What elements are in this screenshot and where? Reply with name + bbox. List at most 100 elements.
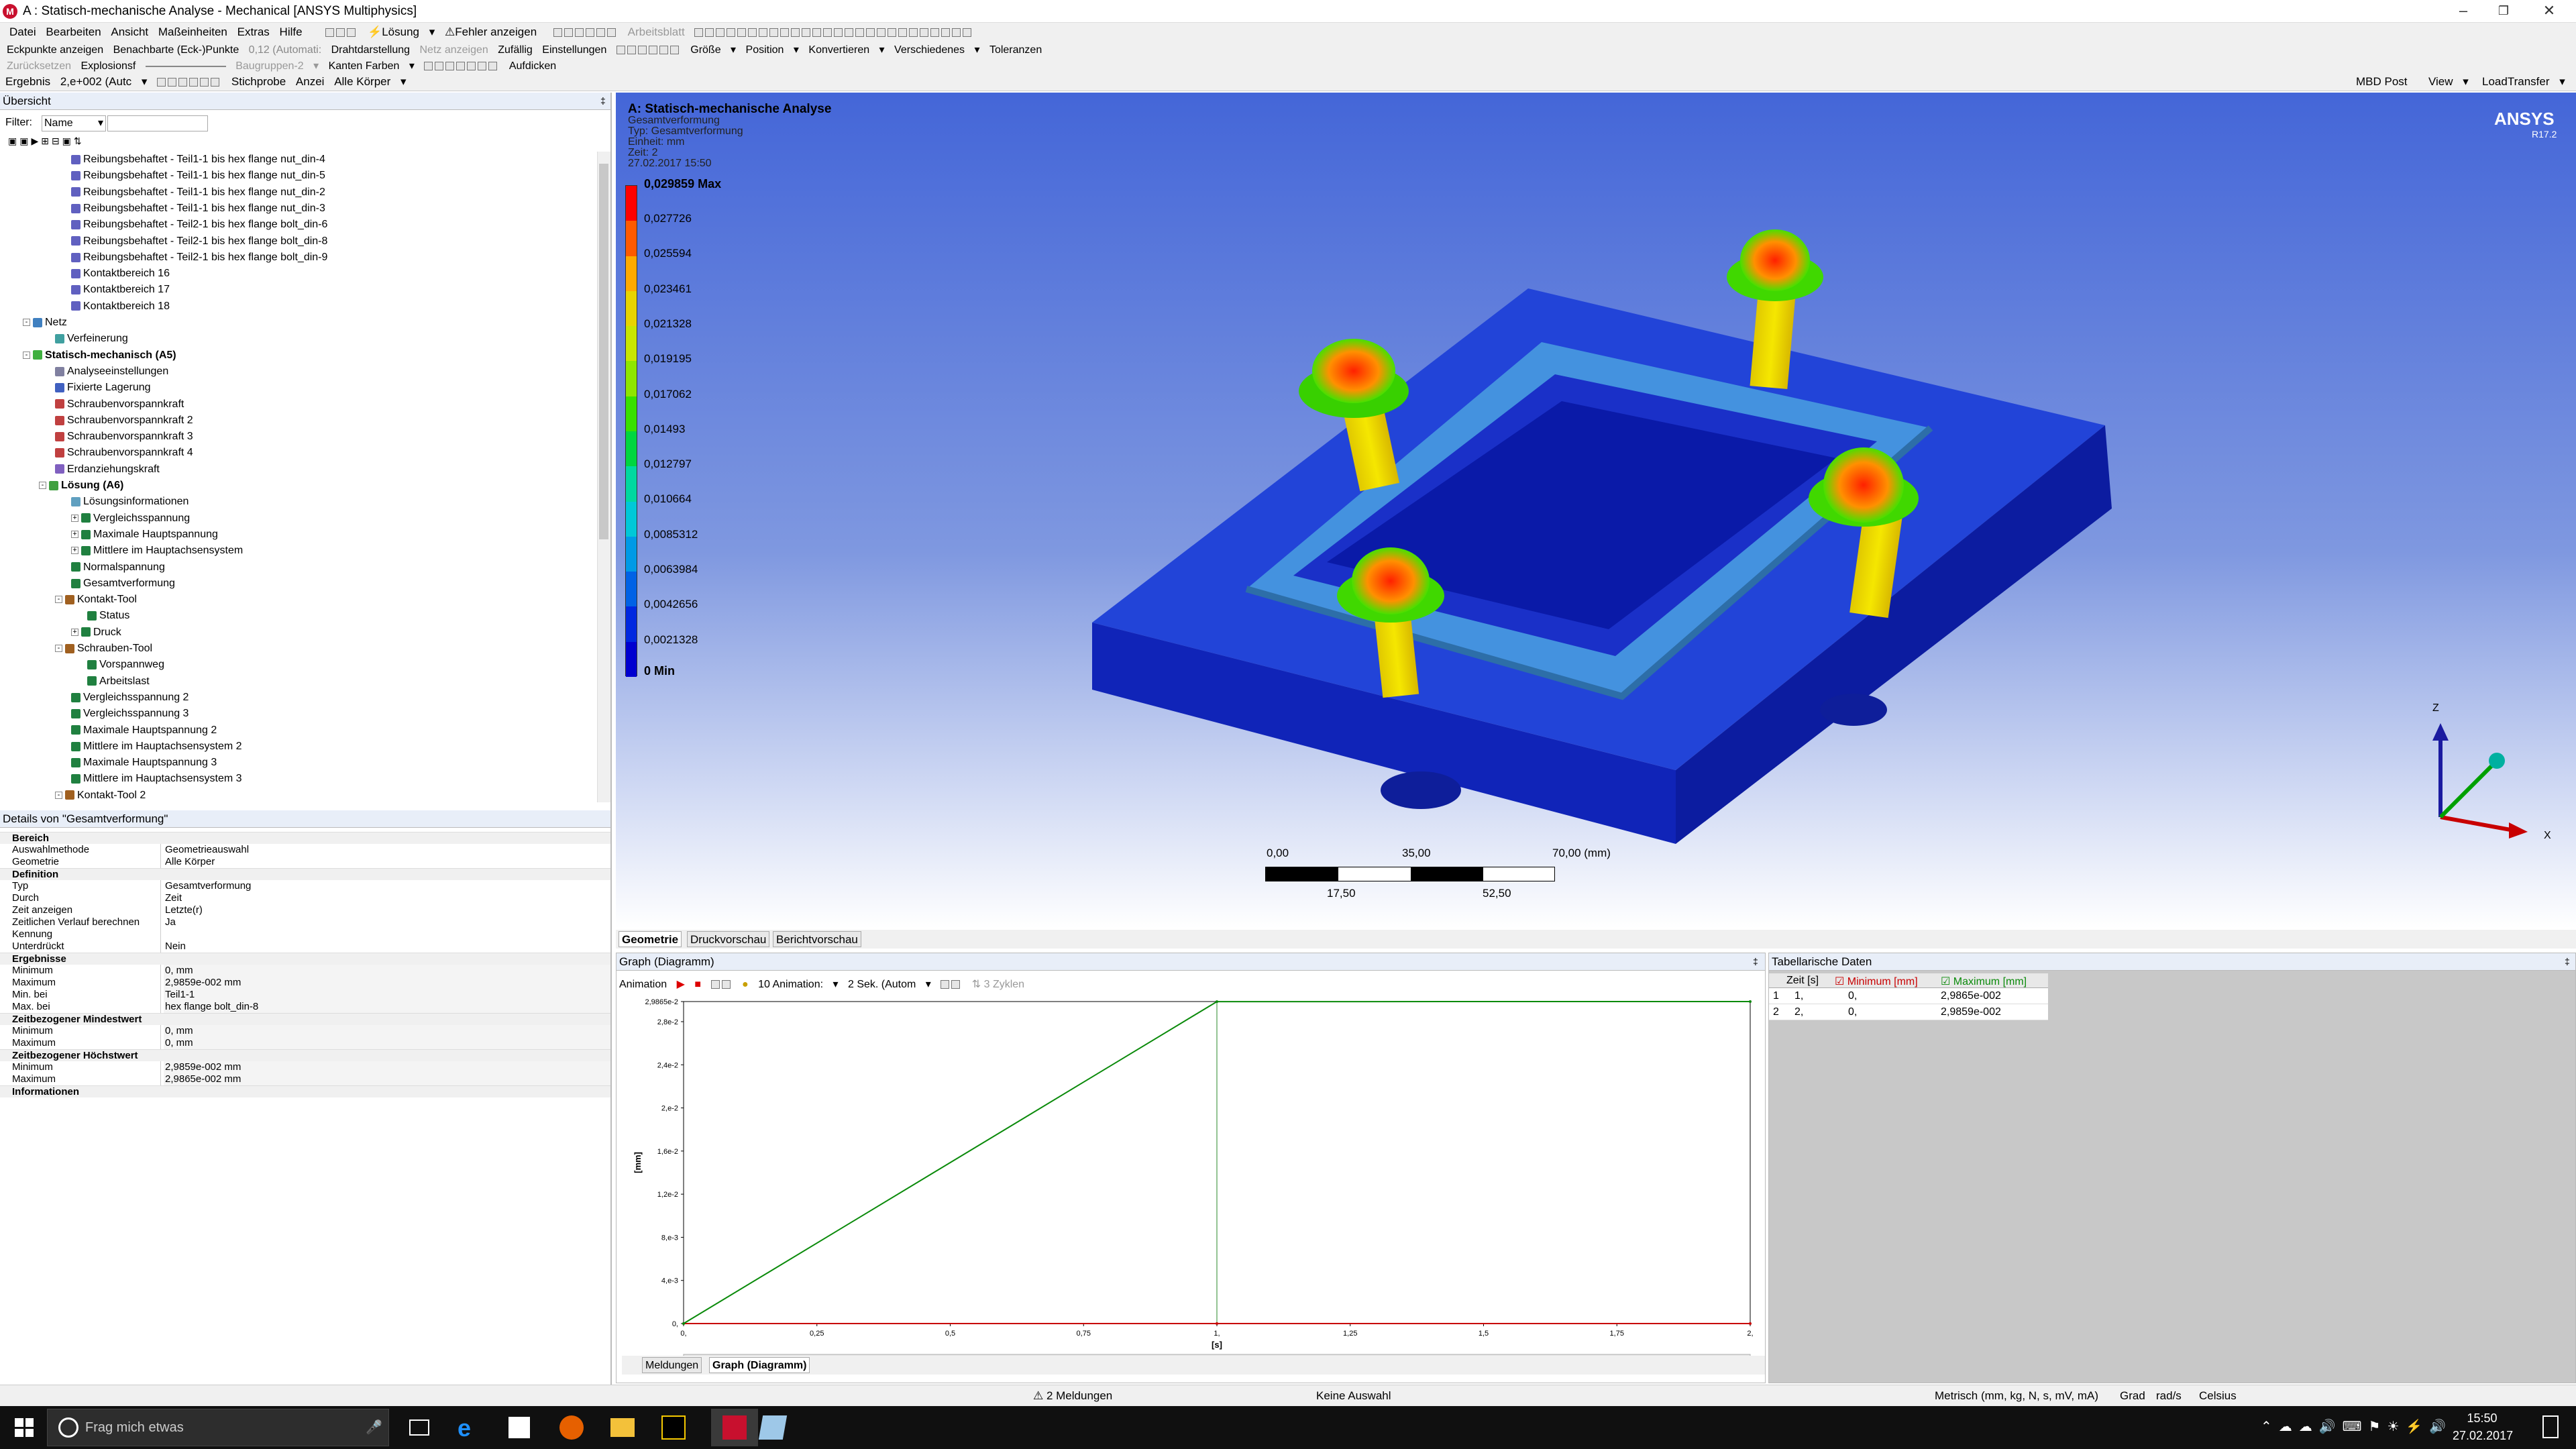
tree-item[interactable]: Maximale Hauptspannung 2 <box>71 722 217 739</box>
tree-item[interactable]: Reibungsbehaftet - Teil2-1 bis hex flang… <box>71 250 327 266</box>
tree-item[interactable]: + Druck <box>71 625 121 641</box>
temp-status[interactable]: Celsius <box>2199 1389 2237 1403</box>
menu-extras[interactable]: Extras <box>237 25 270 39</box>
details-row[interactable]: Minimum 0, mm <box>0 1025 610 1037</box>
taskbar-search[interactable]: Frag mich etwas 🎤 <box>47 1409 389 1446</box>
table-column-header[interactable]: Zeit [s] <box>1786 975 1819 987</box>
system-tray[interactable]: ⌃☁☁🔊⌨⚑☀⚡🔊 <box>2261 1418 2453 1435</box>
random-button[interactable]: Zufällig <box>498 44 533 56</box>
filter-dropdown[interactable]: Name ▾ <box>42 115 106 131</box>
table-row[interactable]: 2 2, 0, 2,9859e-002 <box>1769 1004 2048 1020</box>
edge-colors-dropdown[interactable]: Kanten Farben ▾ <box>329 59 415 72</box>
pin-icon[interactable]: ‡ <box>600 95 606 106</box>
store-icon[interactable] <box>508 1417 530 1438</box>
details-section[interactable]: Definition <box>0 868 610 880</box>
details-row[interactable]: Geometrie Alle Körper <box>0 856 610 868</box>
tab-graph[interactable]: Graph (Diagramm) <box>709 1357 810 1373</box>
tree-item[interactable]: Reibungsbehaftet - Teil1-1 bis hex flang… <box>71 152 325 168</box>
close-button[interactable]: ✕ <box>2530 1 2568 20</box>
clock-time[interactable]: 15:50 <box>2455 1411 2509 1426</box>
ansys-workbench-icon[interactable] <box>661 1415 686 1440</box>
minimize-button[interactable]: – <box>2445 1 2482 20</box>
mechanical-task-button[interactable] <box>711 1409 758 1446</box>
explode-slider[interactable]: Explosionsf <box>81 60 136 72</box>
details-value[interactable]: Gesamtverformung <box>164 880 610 892</box>
expand-toggle-icon[interactable]: - <box>23 319 30 327</box>
assembly-dropdown[interactable]: Baugruppen-2 ▾ <box>235 59 319 72</box>
vertex-size-field[interactable]: 0,12 (Automati: <box>249 44 322 56</box>
tree-item[interactable]: Verfeinerung <box>55 331 128 347</box>
size-dropdown[interactable]: Größe ▾ <box>690 43 736 56</box>
explode-slider-track[interactable] <box>145 65 226 67</box>
tree-item[interactable]: Mittlere im Hauptachsensystem 3 <box>71 771 242 787</box>
tree-item[interactable]: - Netz <box>23 315 67 331</box>
tree-item[interactable]: Vergleichsspannung 3 <box>71 706 189 722</box>
details-row[interactable]: Maximum 2,9865e-002 mm <box>0 1073 610 1085</box>
convert-dropdown[interactable]: Konvertieren ▾ <box>808 43 884 56</box>
worksheet-button[interactable]: Arbeitsblatt <box>628 25 685 39</box>
settings-button[interactable]: Einstellungen <box>542 44 606 56</box>
mbd-post-button[interactable]: MBD Post <box>2356 75 2408 89</box>
thicken-button[interactable]: Aufdicken <box>509 60 556 72</box>
messages-status[interactable]: ⚠ 2 Meldungen <box>1033 1389 1112 1403</box>
units-status[interactable]: Metrisch (mm, kg, N, s, mV, mA) <box>1935 1389 2098 1403</box>
misc-dropdown[interactable]: Verschiedenes ▾ <box>894 43 979 56</box>
show-mesh-button[interactable]: Netz anzeigen <box>419 44 488 56</box>
details-value[interactable]: 2,9859e-002 mm <box>164 977 610 989</box>
show-errors-button[interactable]: ⚠Fehler anzeigen <box>445 25 543 39</box>
details-row[interactable]: Min. bei Teil1-1 <box>0 989 610 1001</box>
details-row[interactable]: Minimum 2,9859e-002 mm <box>0 1061 610 1073</box>
details-row[interactable]: Unterdrückt Nein <box>0 941 610 953</box>
show-vertices-button[interactable]: Eckpunkte anzeigen <box>7 44 103 56</box>
adjacent-vertices-button[interactable]: Benachbarte (Eck-)Punkte <box>113 44 239 56</box>
table-row[interactable]: 1 1, 0, 2,9865e-002 <box>1769 988 2048 1004</box>
tree-item[interactable]: Schraubenvorspannkraft <box>55 396 184 413</box>
tree-item[interactable]: - Kontakt-Tool 2 <box>55 788 146 802</box>
tree-item[interactable]: Reibungsbehaftet - Teil1-1 bis hex flang… <box>71 168 325 184</box>
menu-hilfe[interactable]: Hilfe <box>280 25 303 39</box>
notifications-icon[interactable] <box>2542 1415 2559 1438</box>
details-value[interactable]: Zeit <box>164 892 610 904</box>
details-value[interactable]: 2,9865e-002 mm <box>164 1073 610 1085</box>
menu-masseinheiten[interactable]: Maßeinheiten <box>158 25 227 39</box>
mic-icon[interactable]: 🎤 <box>366 1419 382 1436</box>
filter-input[interactable] <box>107 115 208 131</box>
reset-button[interactable]: Zurücksetzen <box>7 60 71 72</box>
series-checkbox-icon[interactable]: ☑ <box>1941 976 1953 987</box>
tree-item[interactable]: Vorspannweg <box>87 657 164 673</box>
tree-item[interactable]: - Statisch-mechanisch (A5) <box>23 347 176 364</box>
details-value[interactable]: Nein <box>164 941 610 953</box>
tree-item[interactable]: Kontaktbereich 17 <box>71 282 170 298</box>
tree-item[interactable]: Reibungsbehaftet - Teil2-1 bis hex flang… <box>71 217 327 233</box>
scale-dropdown[interactable]: 2,e+002 (Autc ▾ <box>60 75 148 89</box>
explorer-icon[interactable] <box>610 1418 635 1437</box>
tree-item[interactable]: Schraubenvorspannkraft 3 <box>55 429 193 445</box>
edge-icon[interactable]: e <box>458 1414 471 1442</box>
tree-item[interactable]: Reibungsbehaftet - Teil1-1 bis hex flang… <box>71 201 325 217</box>
table-pin-icon[interactable]: ‡ <box>2565 956 2570 967</box>
details-section[interactable]: Zeitbezogener Mindestwert <box>0 1013 610 1025</box>
details-value[interactable]: Alle Körper <box>164 856 610 868</box>
details-value[interactable]: hex flange bolt_din-8 <box>164 1001 610 1013</box>
expand-toggle-icon[interactable]: - <box>39 482 46 490</box>
tree-item[interactable]: - Lösung (A6) <box>39 478 123 494</box>
frames-dropdown[interactable]: 10 Animation: ▾ <box>758 977 838 991</box>
menu-bearbeiten[interactable]: Bearbeiten <box>46 25 101 39</box>
details-value[interactable]: Letzte(r) <box>164 904 610 916</box>
details-value[interactable]: 0, mm <box>164 965 610 977</box>
bulb-icon[interactable]: ● <box>742 979 749 991</box>
table-column-header[interactable]: ☑ Minimum [mm] <box>1835 975 1918 988</box>
details-value[interactable]: Teil1-1 <box>164 989 610 1001</box>
outline-toolbar[interactable]: ▣▣▶⊞⊟▣⇅ <box>8 136 85 147</box>
menu-ansicht[interactable]: Ansicht <box>111 25 148 39</box>
view-dropdown[interactable]: View ▾ <box>2428 75 2469 89</box>
details-section[interactable]: Ergebnisse <box>0 953 610 965</box>
expand-toggle-icon[interactable]: - <box>55 596 62 604</box>
tree-item[interactable]: Kontaktbereich 18 <box>71 299 170 315</box>
angle-status[interactable]: Grad <box>2120 1389 2145 1403</box>
details-row[interactable]: Minimum 0, mm <box>0 965 610 977</box>
expand-toggle-icon[interactable]: + <box>71 547 78 555</box>
details-value[interactable]: Geometrieauswahl <box>164 844 610 856</box>
details-row[interactable]: Auswahlmethode Geometrieauswahl <box>0 844 610 856</box>
expand-toggle-icon[interactable]: - <box>55 645 62 653</box>
